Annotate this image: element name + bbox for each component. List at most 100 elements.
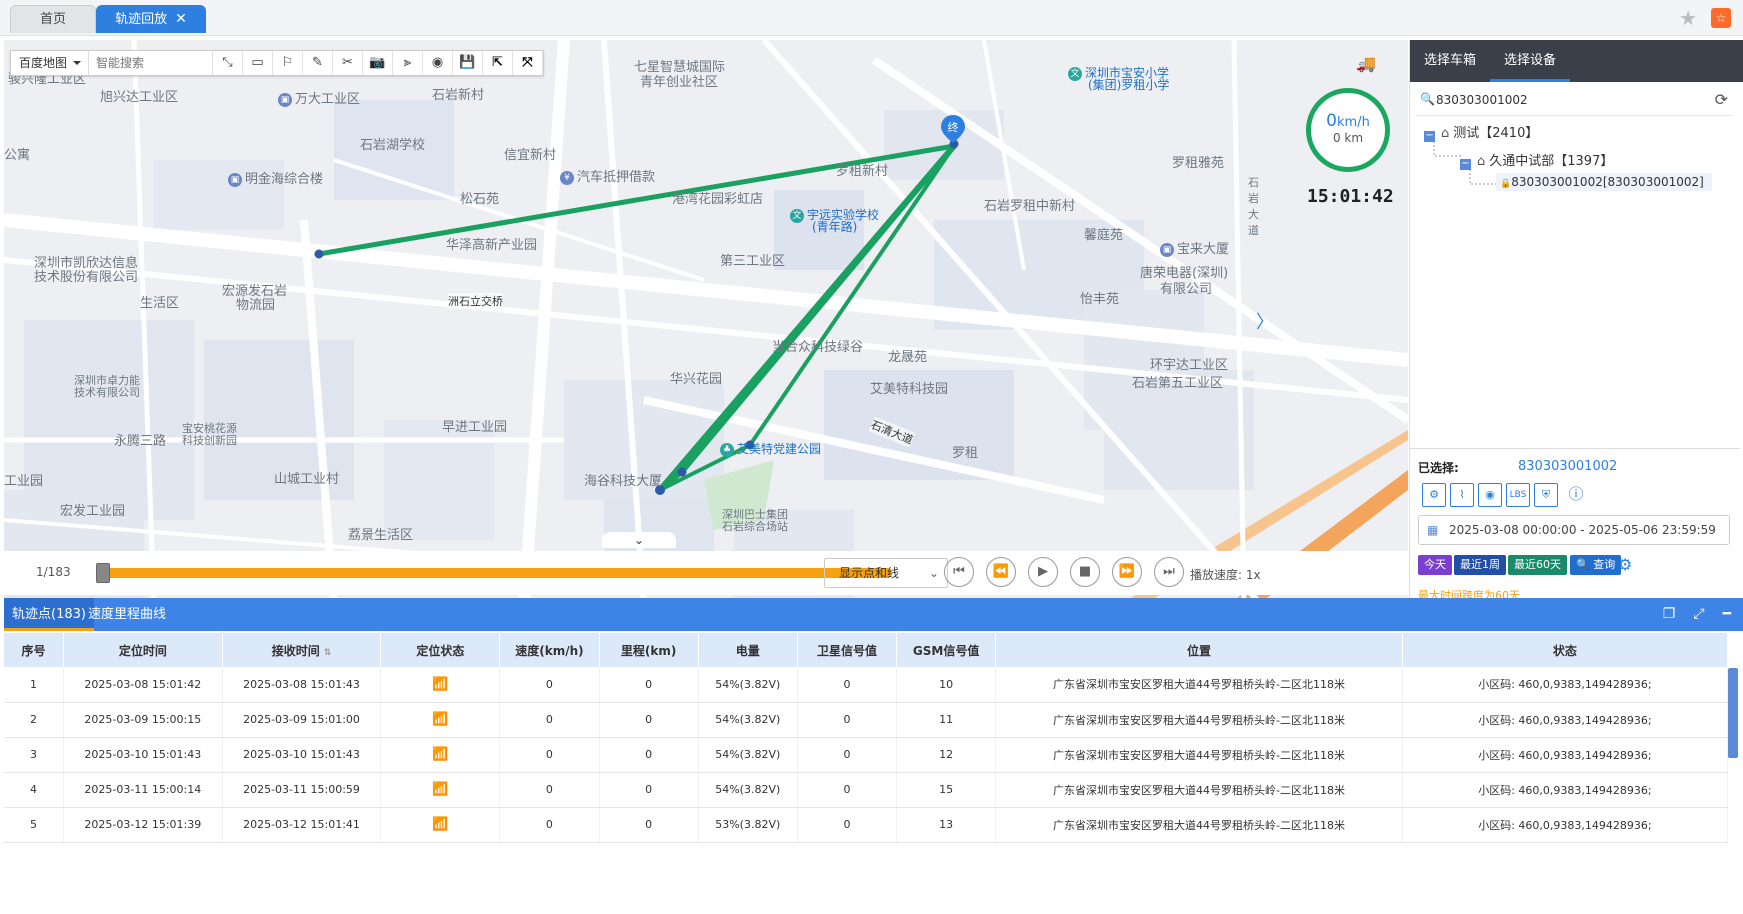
table-row[interactable]: 2 2025-03-09 15:00:15 2025-03-09 15:01:00 📶… bbox=[4, 702, 1729, 738]
restore-icon[interactable]: ❐ bbox=[1663, 606, 1676, 622]
table-cell: 2025-03-10 15:01:43 bbox=[63, 737, 223, 773]
map-base-layer bbox=[4, 40, 1408, 608]
stop-button[interactable]: ■ bbox=[1070, 557, 1100, 587]
signal-icon: 📶 bbox=[380, 702, 501, 738]
table-row[interactable]: 4 2025-03-11 15:00:14 2025-03-11 15:00:59 📶… bbox=[4, 772, 1729, 808]
close-icon[interactable]: ✕ bbox=[175, 11, 187, 27]
locate-icon[interactable]: ◉ bbox=[423, 51, 453, 75]
track-point[interactable] bbox=[314, 249, 324, 259]
map-label: 龙晟苑 bbox=[888, 350, 928, 365]
rectangle-tool-icon[interactable]: ▭ bbox=[243, 51, 273, 75]
col-index: 序号 bbox=[4, 633, 64, 667]
lock-icon: 🔒 bbox=[1500, 179, 1512, 189]
col-mileage: 里程(km) bbox=[599, 633, 699, 667]
date-range-input[interactable]: ▦ 2025-03-08 00:00:00 - 2025-05-06 23:59… bbox=[1418, 515, 1730, 545]
fast-forward-button[interactable]: ⏩ bbox=[1112, 557, 1142, 587]
map-label: (青年路) bbox=[812, 220, 858, 234]
tab-track-playback-label: 轨迹回放 bbox=[115, 12, 168, 27]
chart-icon[interactable]: ⫸ bbox=[393, 51, 423, 75]
route-tool-icon[interactable]: ⤡ bbox=[213, 51, 243, 75]
tree-node-group[interactable]: − ⌂ 测试【2410】 bbox=[1424, 122, 1538, 142]
map-label: 第三工业区 bbox=[720, 254, 786, 269]
map-label: 永腾三路 bbox=[114, 434, 167, 449]
table-row[interactable]: 3 2025-03-10 15:01:43 2025-03-10 15:01:43 📶… bbox=[4, 737, 1729, 773]
park-icon: ♣ bbox=[720, 442, 734, 457]
track-points-panel: 轨迹点(183) 速度里程曲线 ❐ ⤢ ━ 序号 定位时间 接收时间 ⇅ 定位状态… bbox=[4, 598, 1743, 846]
play-button[interactable]: ▶ bbox=[1028, 557, 1058, 587]
lbs-icon[interactable]: LBS bbox=[1506, 483, 1530, 507]
table-cell: 2025-03-09 15:01:00 bbox=[222, 702, 382, 738]
flag-tool-icon[interactable]: ⚐ bbox=[273, 51, 303, 75]
gps-icon[interactable]: ◉ bbox=[1478, 483, 1502, 507]
progress-handle[interactable] bbox=[96, 563, 110, 583]
track-point[interactable] bbox=[677, 467, 687, 477]
table-cell: 2025-03-08 15:01:42 bbox=[63, 667, 223, 703]
table-row[interactable]: 1 2025-03-08 15:01:42 2025-03-08 15:01:43 📶… bbox=[4, 667, 1729, 703]
selected-label: 已选择: bbox=[1418, 461, 1459, 475]
settings-icon[interactable]: ⚙ bbox=[1422, 483, 1446, 507]
map-label: 工业园 bbox=[4, 474, 44, 489]
favorite-icon[interactable]: ☆ bbox=[1711, 8, 1731, 28]
collapse-node-icon[interactable]: − bbox=[1460, 159, 1471, 170]
table-cell: 4 bbox=[4, 772, 64, 808]
map-label: 石岩湖学校 bbox=[360, 138, 426, 153]
map-canvas[interactable]: 骏兴隆工业区 旭兴达工业区 ▣ 万大工业区 石岩新村 七星智慧城国际 青年创业社区… bbox=[4, 40, 1408, 608]
last-point-button[interactable]: ⏭ bbox=[1154, 557, 1184, 587]
map-label: ▣ 明金海综合楼 bbox=[228, 168, 323, 187]
playback-bar: 1/183 显示点和线 ⌄ ⏮ ⏪ ▶ ■ ⏩ ⏭ 播放速度: 1x bbox=[4, 551, 1408, 595]
tree-node-device[interactable]: 🔒830303001002[830303001002] bbox=[1496, 173, 1712, 191]
table-cell: 1 bbox=[4, 667, 64, 703]
star-icon[interactable]: ★ bbox=[1679, 8, 1697, 28]
collapse-icon[interactable]: ⌄ bbox=[602, 532, 676, 548]
draw-tool-icon[interactable]: ✎ bbox=[303, 51, 333, 75]
playback-speed[interactable]: 播放速度: 1x bbox=[1190, 566, 1261, 583]
tab-home[interactable]: 首页 bbox=[10, 5, 96, 33]
table-row[interactable]: 5 2025-03-12 15:01:39 2025-03-12 15:01:41 📶… bbox=[4, 807, 1729, 843]
tab-speed-mileage-chart[interactable]: 速度里程曲线 bbox=[80, 598, 174, 631]
today-button[interactable]: 今天 bbox=[1418, 555, 1452, 575]
rewind-button[interactable]: ⏪ bbox=[986, 557, 1016, 587]
clear-tool-icon[interactable]: ✂ bbox=[333, 51, 363, 75]
signal-icon: 📶 bbox=[380, 667, 501, 703]
info-icon[interactable]: ⓘ bbox=[1564, 483, 1588, 507]
sort-icon[interactable]: ⇅ bbox=[324, 648, 332, 658]
traffic-icon[interactable]: 🚚 bbox=[1356, 54, 1382, 74]
tree-node-subgroup[interactable]: − ⌂ 久通中试部【1397】 bbox=[1460, 150, 1613, 170]
end-marker-icon[interactable]: 终 bbox=[940, 114, 966, 144]
table-scrollbar[interactable] bbox=[1728, 668, 1738, 758]
map-label: 荔景生活区 bbox=[348, 528, 414, 543]
table-cell: 0 bbox=[499, 702, 600, 738]
tab-track-playback[interactable]: 轨迹回放 ✕ bbox=[96, 5, 206, 33]
shield-icon[interactable]: ⛨ bbox=[1534, 483, 1558, 507]
camera-icon[interactable]: 📷 bbox=[363, 51, 393, 75]
selected-device[interactable]: 830303001002 bbox=[1518, 459, 1617, 474]
expand-panel-icon[interactable]: 〉 bbox=[1256, 308, 1274, 348]
gear-icon[interactable]: ⚙ bbox=[1618, 555, 1632, 574]
table-cell: 54%(3.82V) bbox=[698, 667, 798, 703]
last-week-button[interactable]: 最近1周 bbox=[1454, 555, 1506, 575]
collapse-node-icon[interactable]: − bbox=[1424, 131, 1435, 142]
map-type-select[interactable]: 百度地图 bbox=[11, 51, 89, 75]
map-label: 公寓 bbox=[4, 148, 31, 163]
map-label: 石岩综合场站 bbox=[722, 520, 788, 533]
playback-progress[interactable] bbox=[100, 568, 892, 578]
save-icon[interactable]: 💾 bbox=[453, 51, 483, 75]
display-mode-select[interactable]: 显示点和线 ⌄ bbox=[824, 558, 948, 588]
last-60-days-button[interactable]: 最近60天 bbox=[1508, 555, 1567, 575]
col-receive-time[interactable]: 接收时间 ⇅ bbox=[222, 633, 382, 667]
map-label: 宏发工业园 bbox=[60, 504, 126, 519]
map-search-input[interactable] bbox=[89, 51, 213, 75]
map-label: 当合众科技绿谷 bbox=[772, 340, 864, 355]
map-road-label: 洲石立交桥 bbox=[448, 293, 503, 309]
col-locate-status: 定位状态 bbox=[380, 633, 501, 667]
export-icon[interactable]: ⇱ bbox=[483, 51, 513, 75]
route-icon[interactable]: ⌇ bbox=[1450, 483, 1474, 507]
home-icon: ⌂ bbox=[1441, 126, 1450, 141]
map-label: 罗租新村 bbox=[836, 164, 889, 179]
maximize-icon[interactable]: ⤢ bbox=[1693, 606, 1704, 622]
minimize-icon[interactable]: ━ bbox=[1723, 606, 1731, 622]
map-label: 海谷科技大厦 bbox=[584, 474, 663, 489]
fullscreen-icon[interactable]: ⤧ bbox=[513, 51, 543, 75]
query-button[interactable]: 🔍 查询 bbox=[1570, 555, 1622, 575]
first-point-button[interactable]: ⏮ bbox=[944, 557, 974, 587]
